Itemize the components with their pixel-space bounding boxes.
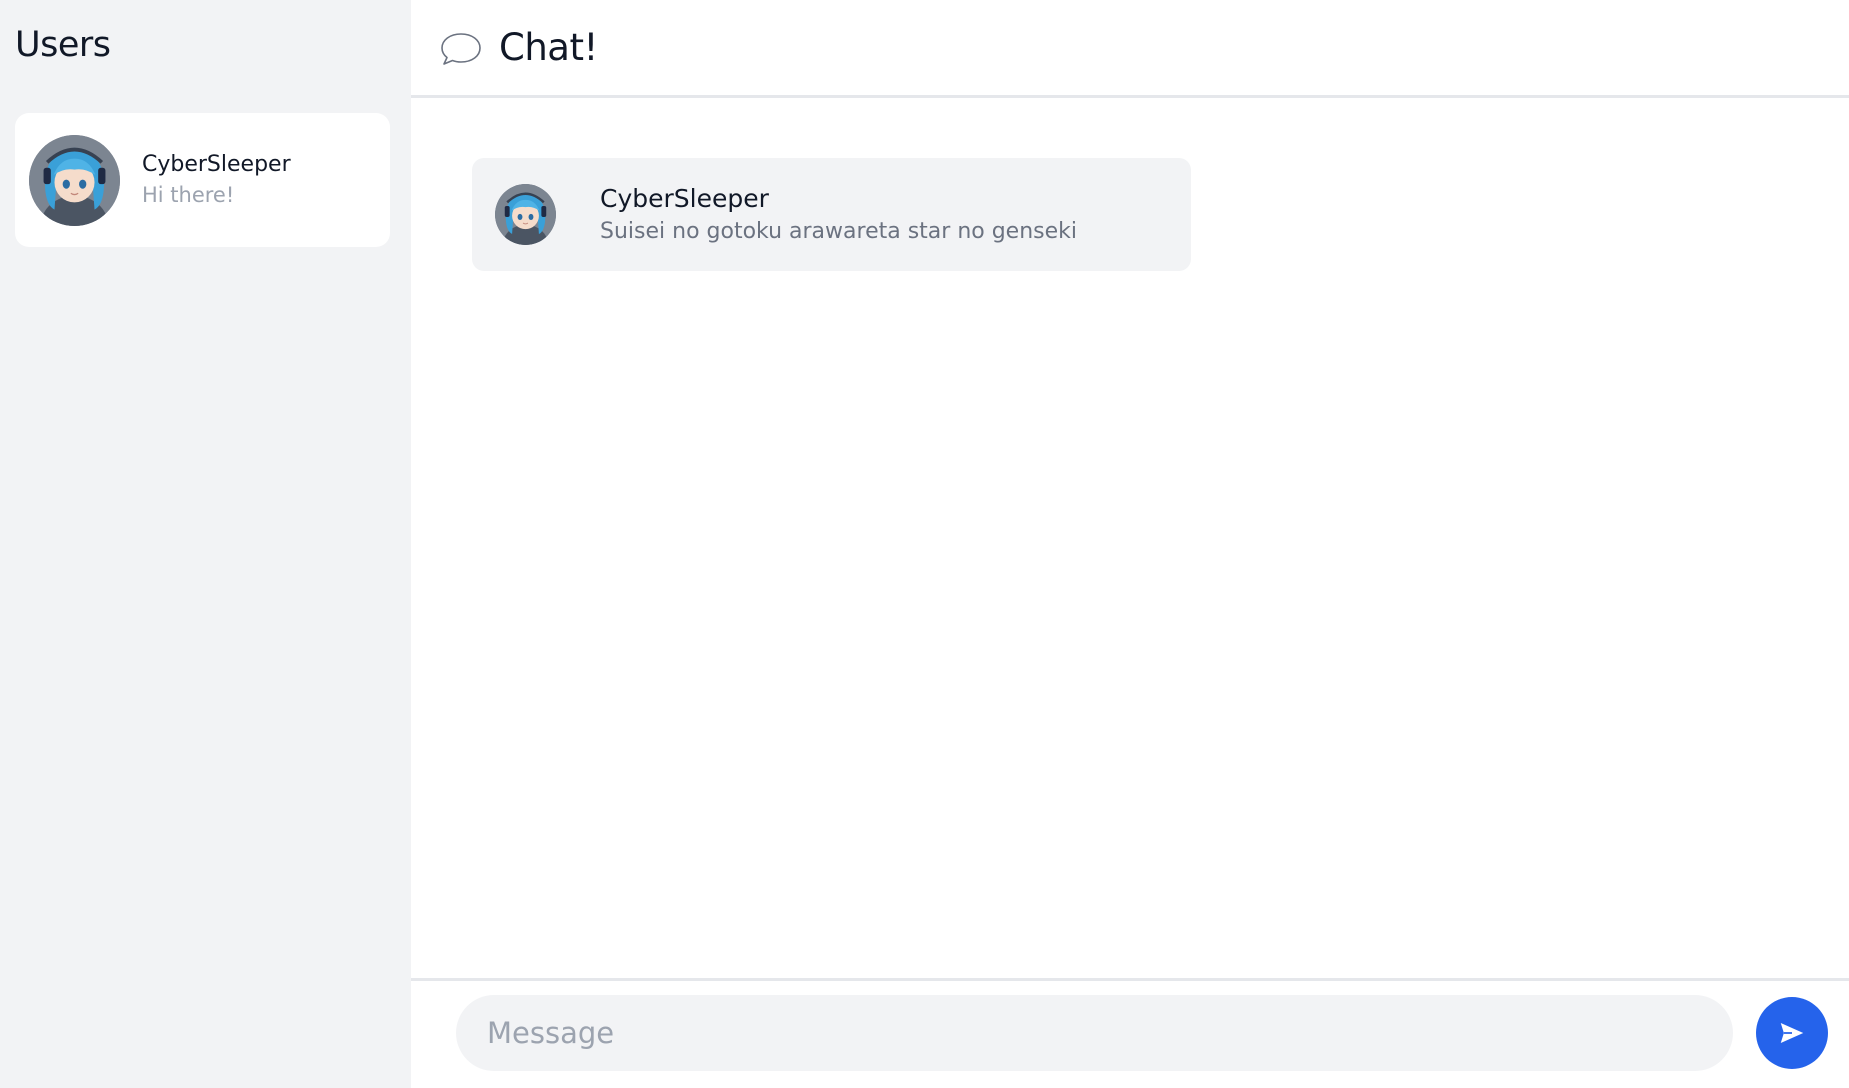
- send-icon: [1780, 1022, 1804, 1043]
- user-name: CyberSleeper: [142, 152, 291, 177]
- send-button[interactable]: [1756, 996, 1828, 1069]
- message-author: CyberSleeper: [600, 183, 769, 213]
- user-list-item[interactable]: CyberSleeper Hi there!: [15, 113, 390, 247]
- sidebar-title: Users: [15, 25, 111, 65]
- user-meta: CyberSleeper Hi there!: [142, 150, 291, 210]
- message-input[interactable]: [456, 994, 1733, 1071]
- user-avatar: [29, 134, 120, 226]
- user-last-message: Hi there!: [142, 183, 235, 207]
- users-sidebar: Users CyberSleeper Hi there!: [0, 0, 411, 1088]
- chat-title: Chat!: [499, 26, 598, 69]
- message-body: CyberSleeper Suisei no gotoku arawareta …: [600, 182, 1077, 248]
- chat-bubble-icon: [439, 31, 483, 67]
- chat-header: Chat!: [411, 0, 1849, 98]
- message-list: CyberSleeper Suisei no gotoku arawareta …: [411, 98, 1849, 271]
- chat-app: Users CyberSleeper Hi there! Chat! Cyber…: [0, 0, 1849, 1088]
- message-composer: [411, 978, 1849, 1088]
- message-avatar: [495, 184, 556, 245]
- chat-panel: Chat! CyberSleeper Suisei no gotoku araw…: [411, 0, 1849, 1088]
- message-item: CyberSleeper Suisei no gotoku arawareta …: [472, 158, 1191, 271]
- message-text: Suisei no gotoku arawareta star no gense…: [600, 218, 1078, 244]
